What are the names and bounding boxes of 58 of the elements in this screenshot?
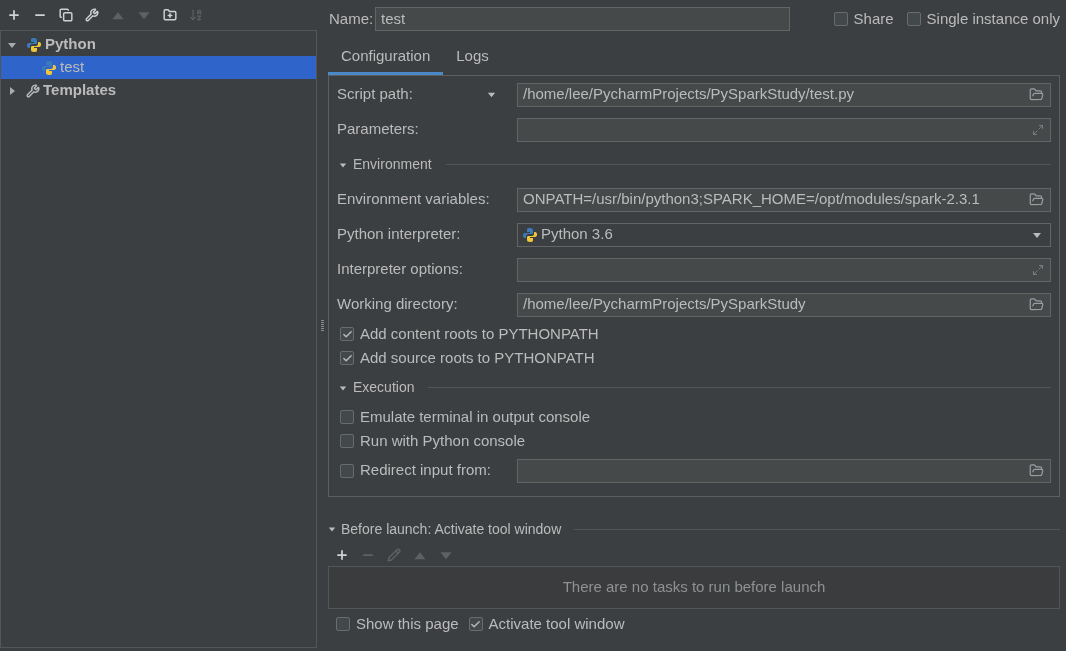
tree-item[interactable]: test: [1, 56, 316, 79]
checkbox-label: Add source roots to PYTHONPATH: [360, 347, 595, 368]
field-label: Environment variables:: [337, 189, 487, 210]
checkbox[interactable]: [340, 327, 354, 341]
checkbox[interactable]: [340, 463, 354, 478]
checkbox-label: Activate tool window: [488, 613, 625, 634]
tree-item[interactable]: Python: [1, 33, 316, 56]
field-label: Interpreter options:: [337, 259, 464, 280]
field-label: Python interpreter:: [337, 224, 462, 245]
name-label: Name:: [329, 8, 375, 29]
add-icon[interactable]: [7, 8, 21, 22]
folder-icon[interactable]: [1029, 192, 1044, 207]
checkbox[interactable]: [336, 617, 350, 631]
expand-icon[interactable]: [1032, 263, 1044, 276]
field-label: Parameters:: [337, 119, 420, 140]
wrench-icon[interactable]: [85, 8, 99, 22]
name-field[interactable]: test: [375, 7, 790, 31]
checkbox[interactable]: [340, 410, 354, 424]
option-label: Single instance only: [926, 8, 1060, 29]
splitter-grip-icon[interactable]: [321, 320, 324, 331]
python-logo-icon: [41, 59, 57, 76]
folder-icon[interactable]: [1029, 297, 1044, 312]
python-logo-icon: [522, 226, 538, 243]
tab[interactable]: Configuration: [328, 38, 444, 75]
input-field[interactable]: [517, 117, 1051, 142]
checkbox[interactable]: [340, 351, 354, 365]
empty-list-message: There are no tasks to run before launch: [562, 577, 826, 598]
input-field[interactable]: /home/lee/PycharmProjects/PySparkStudy: [517, 292, 1051, 317]
section-title: Environment: [353, 155, 432, 174]
input-field[interactable]: [517, 458, 1051, 483]
input-field[interactable]: ONPATH=/usr/bin/python3;SPARK_HOME=/opt/modules/spark-2.3.1: [517, 187, 1051, 212]
checkbox[interactable]: [340, 434, 354, 448]
interpreter-dropdown[interactable]: Python 3.6: [517, 222, 1051, 247]
folder-plus-icon[interactable]: [163, 8, 177, 22]
tree-item[interactable]: Templates: [1, 79, 316, 102]
folder-icon[interactable]: [1029, 463, 1044, 478]
input-field[interactable]: [517, 257, 1051, 282]
checkbox-label: Run with Python console: [360, 430, 526, 451]
checkbox-label: Redirect input from:: [360, 460, 491, 481]
checkbox[interactable]: [468, 617, 483, 631]
checkbox-label: Add content roots to PYTHONPATH: [360, 323, 599, 344]
expand-icon[interactable]: [1032, 123, 1044, 136]
field-label: Script path:: [337, 84, 414, 105]
option-label: Share: [853, 8, 894, 29]
field-label: Working directory:: [337, 294, 459, 315]
wrench-icon: [26, 83, 40, 98]
input-field[interactable]: /home/lee/PycharmProjects/PySparkStudy/test.py: [517, 82, 1051, 107]
checkbox-label: Show this page: [356, 613, 459, 634]
copy-icon[interactable]: [59, 8, 73, 22]
add-icon[interactable]: [335, 548, 349, 562]
checkbox-label: Emulate terminal in output console: [360, 406, 591, 427]
python-logo-icon: [26, 36, 42, 53]
section-title: Execution: [353, 378, 415, 397]
section-title: Before launch: Activate tool window: [341, 519, 562, 539]
checkbox[interactable]: [833, 12, 848, 26]
tab[interactable]: Logs: [443, 38, 502, 75]
folder-icon[interactable]: [1029, 87, 1044, 102]
checkbox[interactable]: [906, 12, 921, 26]
